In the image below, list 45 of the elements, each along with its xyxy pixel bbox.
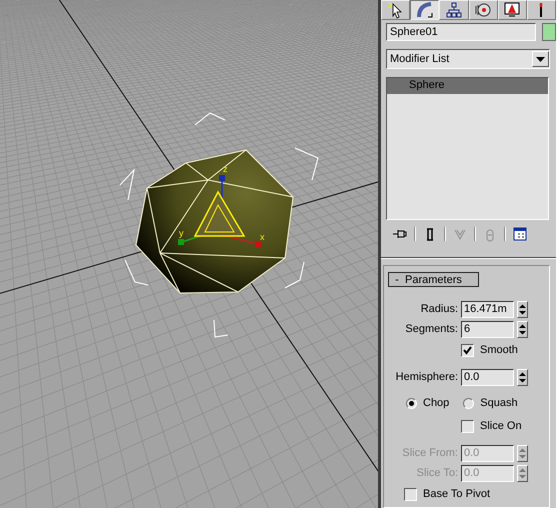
axis-label: z (223, 164, 228, 174)
create-tab-icon (386, 1, 405, 19)
display-tab-icon (503, 1, 522, 19)
spinner-arrows[interactable] (517, 368, 528, 386)
motion-tab-icon (474, 1, 492, 19)
radio-button[interactable] (406, 398, 417, 408)
spinner-label: Segments: (404, 323, 458, 335)
spinner-field[interactable]: 0.0 (461, 368, 514, 386)
checkbox[interactable] (404, 488, 417, 500)
radio-button[interactable] (463, 398, 474, 408)
modifier-list-dropdown[interactable]: Modifier List (386, 49, 550, 69)
spinner-label: Radius: (420, 303, 458, 315)
spinner-arrows[interactable] (517, 464, 528, 482)
hierarchy-tab-icon (444, 1, 463, 19)
display-tab[interactable] (498, 0, 527, 20)
checkbox[interactable] (461, 344, 474, 356)
motion-tab[interactable] (468, 0, 498, 20)
spinner-field[interactable]: 16.471m (461, 300, 514, 318)
utilities-tab[interactable] (526, 0, 556, 20)
spinner-arrows[interactable] (517, 320, 528, 338)
create-tab[interactable] (381, 0, 410, 20)
spinner-arrows[interactable] (517, 444, 528, 462)
checkbox-label: Base To Pivot (423, 488, 490, 500)
checkbox-label: Smooth (480, 344, 518, 356)
spinner-label: Slice To: (416, 467, 458, 479)
axis-label: x (260, 232, 264, 242)
radio-label: Squash (480, 397, 518, 409)
utilities-tab-icon (539, 3, 544, 17)
axis-label: y (179, 228, 184, 238)
hierarchy-tab[interactable] (439, 0, 469, 20)
object-name-field[interactable]: Sphere01 (386, 23, 536, 41)
spinner-label: Slice From: (401, 447, 458, 459)
modify-tab[interactable] (410, 0, 440, 20)
spinner-field[interactable]: 6 (461, 320, 514, 338)
object-color-swatch[interactable] (542, 23, 556, 41)
radio-label: Chop (423, 397, 450, 409)
parameters-rollout-header[interactable]: - Parameters (388, 272, 479, 287)
checkbox[interactable] (461, 420, 474, 432)
stack-item[interactable]: Sphere (387, 78, 548, 94)
checkbox-label: Slice On (480, 420, 522, 432)
spinner-label: Hemisphere: (394, 371, 458, 383)
modify-tab-icon (416, 1, 434, 19)
dropdown-arrow-icon (536, 56, 545, 62)
configure-icon[interactable] (512, 226, 528, 242)
spinner-arrows[interactable] (517, 300, 528, 318)
